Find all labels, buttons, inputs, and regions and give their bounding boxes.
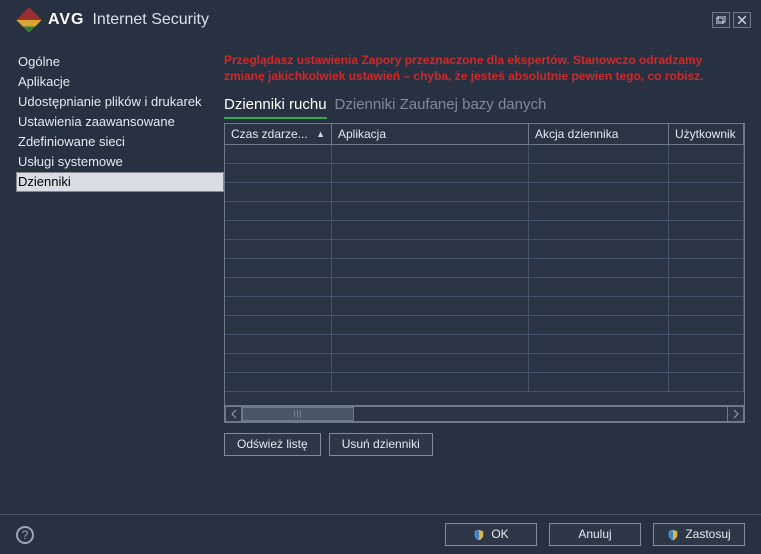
- sidebar-item-services[interactable]: Usługi systemowe: [16, 152, 224, 172]
- sidebar-item-networks[interactable]: Zdefiniowane sieci: [16, 132, 224, 152]
- shield-icon: [473, 529, 485, 541]
- logs-table: Czas zdarze... ▲ Aplikacja Akcja dzienni…: [224, 123, 745, 423]
- sidebar-item-applications[interactable]: Aplikacje: [16, 72, 224, 92]
- apply-button[interactable]: Zastosuj: [653, 523, 745, 546]
- table-row: [225, 221, 744, 240]
- title-bar: AVG Internet Security: [0, 0, 761, 40]
- log-tabs: Dzienniki ruchu Dzienniki Zaufanej bazy …: [224, 96, 745, 119]
- scroll-left-button[interactable]: [225, 406, 242, 422]
- shield-icon: [667, 529, 679, 541]
- table-row: [225, 297, 744, 316]
- footer-bar: ? OK Anuluj Zastosuj: [0, 514, 761, 554]
- column-header-time[interactable]: Czas zdarze... ▲: [225, 124, 332, 145]
- column-header-action[interactable]: Akcja dziennika: [529, 124, 669, 145]
- help-icon[interactable]: ?: [16, 526, 34, 544]
- sidebar-item-logs[interactable]: Dzienniki: [16, 172, 224, 192]
- tab-traffic-logs[interactable]: Dzienniki ruchu: [224, 96, 327, 119]
- column-header-label: Czas zdarze...: [231, 127, 308, 141]
- table-row: [225, 164, 744, 183]
- table-row: [225, 145, 744, 164]
- table-row: [225, 202, 744, 221]
- horizontal-scrollbar[interactable]: [225, 405, 744, 422]
- cancel-button[interactable]: Anuluj: [549, 523, 641, 546]
- sidebar: Ogólne Aplikacje Udostępnianie plików i …: [16, 52, 224, 508]
- expert-warning-text: Przeglądasz ustawienia Zapory przeznaczo…: [224, 52, 745, 84]
- scroll-right-button[interactable]: [727, 406, 744, 422]
- tab-trusted-db-logs[interactable]: Dzienniki Zaufanej bazy danych: [335, 96, 547, 117]
- scrollbar-track[interactable]: [242, 406, 727, 422]
- table-row: [225, 316, 744, 335]
- table-row: [225, 278, 744, 297]
- scrollbar-thumb[interactable]: [242, 407, 354, 421]
- table-row: [225, 259, 744, 278]
- table-row: [225, 183, 744, 202]
- table-header: Czas zdarze... ▲ Aplikacja Akcja dzienni…: [225, 124, 744, 145]
- window-controls: [709, 12, 751, 28]
- app-title: Internet Security: [92, 11, 209, 29]
- sidebar-item-sharing[interactable]: Udostępnianie plików i drukarek: [16, 92, 224, 112]
- restore-window-button[interactable]: [712, 12, 730, 28]
- close-window-button[interactable]: [733, 12, 751, 28]
- apply-button-label: Zastosuj: [685, 526, 730, 543]
- sidebar-item-advanced[interactable]: Ustawienia zaawansowane: [16, 112, 224, 132]
- delete-logs-button[interactable]: Usuń dzienniki: [329, 433, 433, 456]
- refresh-list-button[interactable]: Odśwież listę: [224, 433, 321, 456]
- table-row: [225, 240, 744, 259]
- ok-button[interactable]: OK: [445, 523, 537, 546]
- app-logo: AVG: [20, 11, 84, 29]
- table-body: [225, 145, 744, 405]
- brand-text: AVG: [48, 11, 84, 29]
- table-row: [225, 373, 744, 392]
- column-header-user[interactable]: Użytkownik: [669, 124, 744, 145]
- column-header-application[interactable]: Aplikacja: [332, 124, 529, 145]
- sort-ascending-icon: ▲: [316, 129, 325, 139]
- sidebar-item-general[interactable]: Ogólne: [16, 52, 224, 72]
- table-row: [225, 354, 744, 373]
- avg-logo-icon: [16, 7, 41, 32]
- table-row: [225, 335, 744, 354]
- ok-button-label: OK: [491, 526, 508, 543]
